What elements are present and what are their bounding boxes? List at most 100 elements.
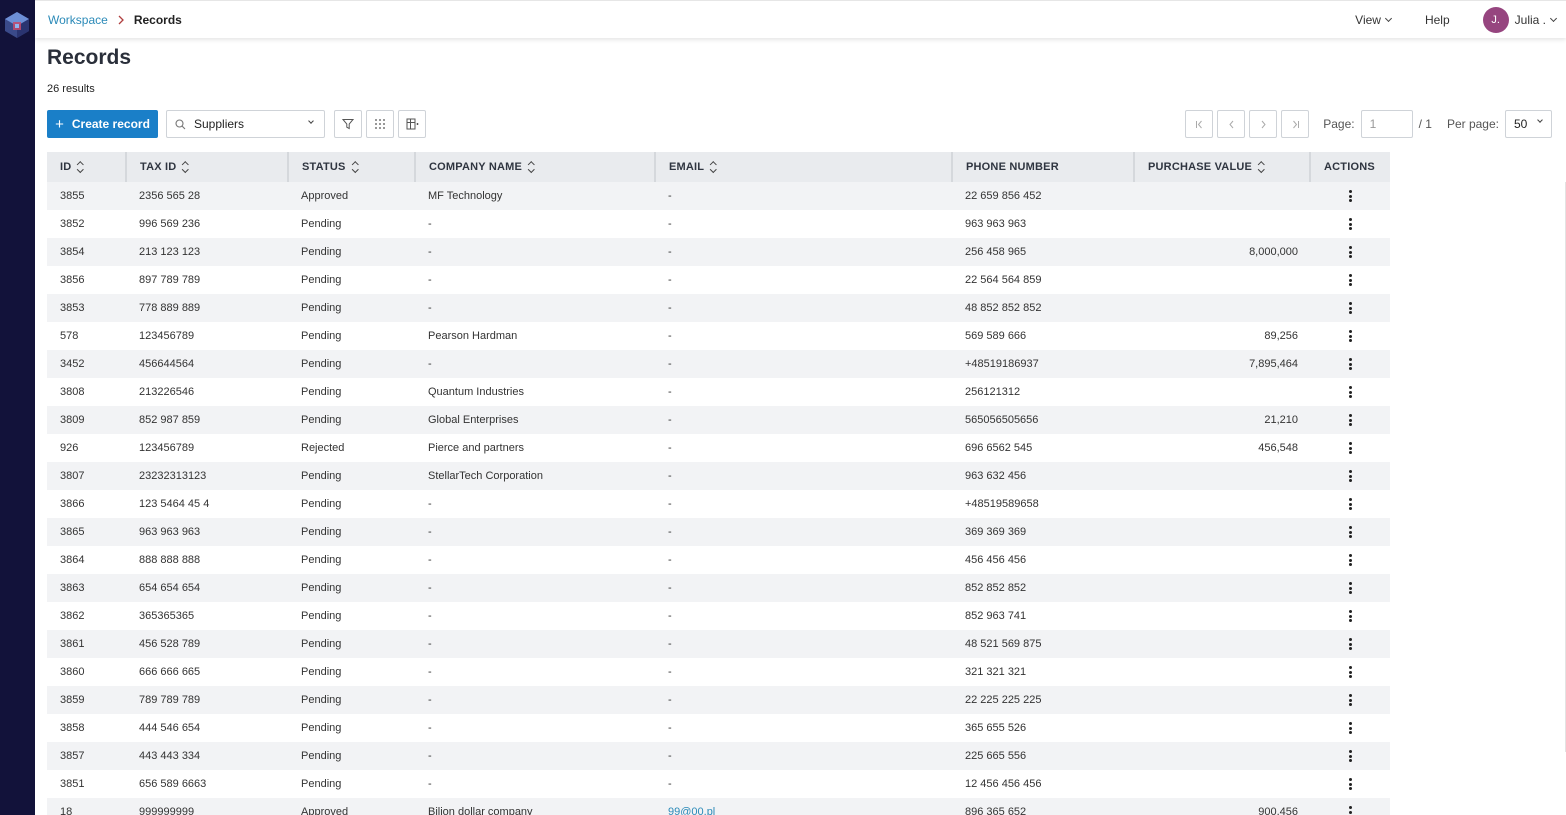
more-actions-icon[interactable] [1348,806,1352,815]
table-row[interactable]: 3866 123 5464 45 4 Pending - - +48519589658 [47,490,1390,518]
table-row[interactable]: 3856 897 789 789 Pending - - 22 564 564 859 [47,266,1390,294]
table-row[interactable]: 3851 656 589 6663 Pending - - 12 456 456 456 [47,770,1390,798]
first-page-button[interactable] [1185,110,1214,138]
more-actions-icon[interactable] [1348,330,1352,343]
sort-icon[interactable] [710,162,717,173]
view-menu[interactable]: View [1355,13,1392,27]
sort-icon[interactable] [1258,162,1265,173]
page-number-input[interactable]: 1 [1360,110,1413,138]
help-link[interactable]: Help [1425,13,1450,27]
table-row[interactable]: 3852 996 569 236 Pending - - 963 963 963 [47,210,1390,238]
table-row[interactable]: 3854 213 123 123 Pending - -256 458 965 8,000… [47,238,1390,266]
more-actions-icon[interactable] [1348,498,1352,511]
more-actions-icon[interactable] [1348,722,1352,735]
grid-view-button[interactable] [366,110,394,138]
per-page-select[interactable]: 50 [1505,110,1552,138]
more-actions-icon[interactable] [1348,218,1352,231]
more-actions-icon[interactable] [1348,386,1352,399]
table-row[interactable]: 3864 888 888 888 Pending - - 456 456 456 [47,546,1390,574]
last-page-button[interactable] [1281,110,1310,138]
table-row[interactable]: 3808 213226546 Pending Quantum Industries - 2… [47,378,1390,406]
table-row[interactable]: 3862 365365365 Pending - - 852 963 741 [47,602,1390,630]
cell-tax-id: 654 654 654 [126,574,288,602]
cell-email[interactable]: 99@00.pl [655,798,952,815]
table-row[interactable]: 926 123456789 Rejected Pierce and partners -… [47,434,1390,462]
more-actions-icon[interactable] [1348,246,1352,259]
more-actions-icon[interactable] [1348,778,1352,791]
sort-icon[interactable] [352,162,359,173]
cell-email: - [655,686,952,714]
table-row[interactable]: 3855 2356 565 28 Approved MF Technology -22 … [47,182,1390,210]
create-record-button[interactable]: + Create record [47,110,158,138]
sort-icon[interactable] [182,162,189,173]
previous-page-button[interactable] [1217,110,1246,138]
columns-button[interactable] [398,110,426,138]
cell-purchase-value [1134,266,1310,294]
more-actions-icon[interactable] [1348,358,1352,371]
table-row[interactable]: 18 999999999 Approved Bilion dollar company… [47,798,1390,815]
cell-id: 3858 [60,722,85,734]
more-actions-icon[interactable] [1348,470,1352,483]
more-actions-icon[interactable] [1348,414,1352,427]
more-actions-icon[interactable] [1348,190,1352,203]
cell-status: Pending [301,778,342,790]
filter-button[interactable] [334,110,362,138]
column-header-tax-id[interactable]: TAX ID [126,152,289,182]
column-header-email[interactable]: EMAIL [655,152,953,182]
cell-status: Pending [301,666,342,678]
cell-actions [1310,294,1390,322]
more-actions-icon[interactable] [1348,302,1352,315]
sort-icon[interactable] [528,162,535,173]
user-menu[interactable]: J. Julia . [1482,7,1558,33]
cell-phone-number: 963 632 456 [952,462,1134,490]
column-header-phone-number: PHONE NUMBER [952,152,1135,182]
app-logo-icon[interactable] [4,11,30,39]
cell-purchase-value [1134,210,1310,238]
next-page-button[interactable] [1249,110,1278,138]
table-row[interactable]: 3863 654 654 654 Pending - -852 852 852 [47,574,1390,602]
cell-tax-id: 213226546 [139,386,195,398]
chevron-right-icon [1261,120,1266,128]
sort-icon[interactable] [77,162,84,173]
cell-status: Pending [301,554,342,566]
more-actions-icon[interactable] [1348,694,1352,707]
cell-phone-number: 369 369 369 [952,518,1134,546]
sidebar [0,0,35,815]
cell-actions [1310,266,1390,294]
more-actions-icon[interactable] [1348,526,1352,539]
more-actions-icon[interactable] [1348,610,1352,623]
more-actions-icon[interactable] [1348,442,1352,455]
table-row[interactable]: 3858 444 546 654 Pending - - 365 655 526 [47,714,1390,742]
column-header-company-name[interactable]: COMPANY NAME [415,152,656,182]
more-actions-icon[interactable] [1348,582,1352,595]
table-row[interactable]: 3807 23232313123 Pending StellarTech Corpor… [47,462,1390,490]
column-header-status[interactable]: STATUS [288,152,416,182]
table-row[interactable]: 3861 456 528 789 Pending - -48 521 569 875 [47,630,1390,658]
table-row[interactable]: 578 123456789 Pending Pearson Hardman - 569 5… [47,322,1390,350]
table-row[interactable]: 3809 852 987 859 Pending Global Enterprises… [47,406,1390,434]
table-row[interactable]: 3857 443 443 334 Pending - -225 665 556 [47,742,1390,770]
breadcrumb-workspace-link[interactable]: Workspace [48,13,108,27]
cell-email: - [668,666,672,678]
column-header-id[interactable]: ID [47,152,127,182]
column-header-purchase-value[interactable]: PURCHASE VALUE [1134,152,1311,182]
more-actions-icon[interactable] [1348,750,1352,763]
table-row[interactable]: 3452 456644564 Pending - - +48519186937 7,895,… [47,350,1390,378]
cell-actions [1310,714,1390,742]
cell-company-name: - [428,218,432,230]
record-type-select[interactable]: Suppliers [166,110,325,138]
cell-purchase-value [1134,658,1310,686]
cell-actions [1310,210,1390,238]
cell-phone-number: 22 225 225 225 [952,686,1134,714]
more-actions-icon[interactable] [1348,666,1352,679]
table-row[interactable]: 3859 789 789 789 Pending - -22 225 225 225 [47,686,1390,714]
table-row[interactable]: 3865 963 963 963 Pending - -369 369 369 [47,518,1390,546]
more-actions-icon[interactable] [1348,274,1352,287]
table-row[interactable]: 3860 666 666 665 Pending - - 321 321 321 [47,658,1390,686]
cell-id: 18 [47,798,126,815]
cell-phone-number: 456 456 456 [965,554,1027,566]
cell-email: - [668,778,672,790]
more-actions-icon[interactable] [1348,638,1352,651]
more-actions-icon[interactable] [1348,554,1352,567]
table-row[interactable]: 3853 778 889 889 Pending - -48 852 852 852 [47,294,1390,322]
